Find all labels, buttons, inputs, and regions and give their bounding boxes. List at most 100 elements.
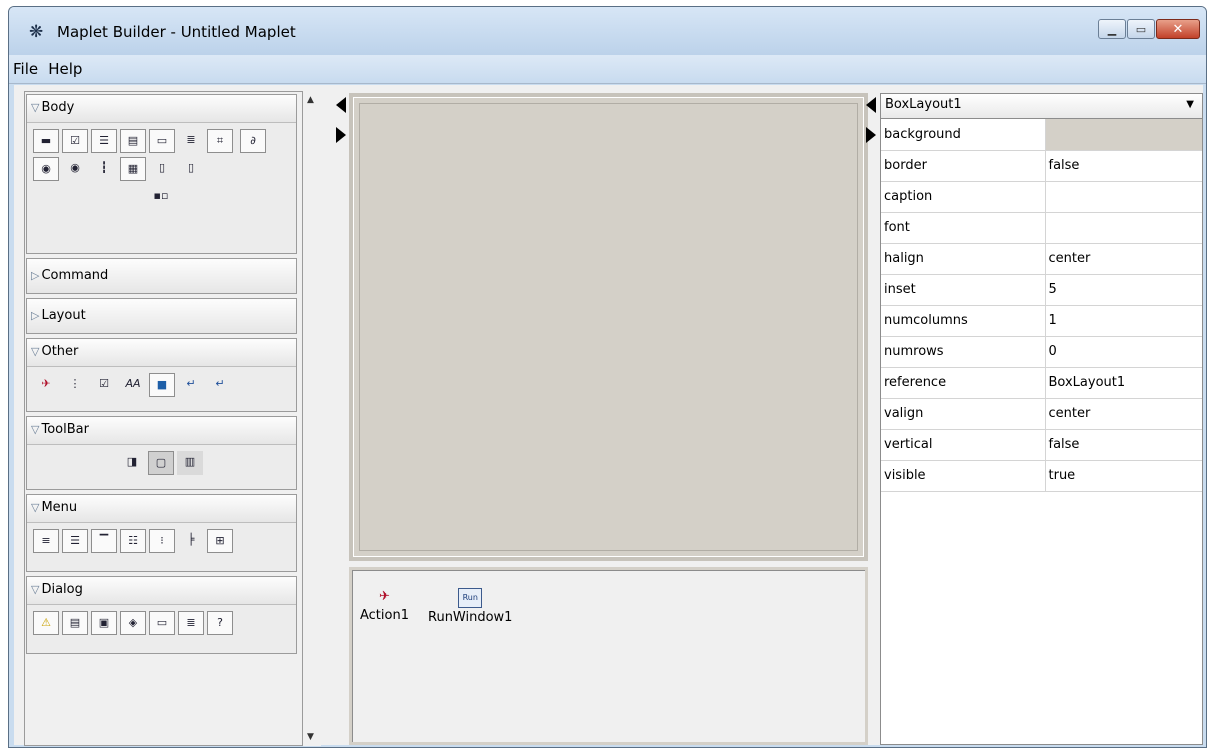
radio-button-icon[interactable]: ◉ xyxy=(62,157,88,181)
confirm-dialog-icon[interactable]: ▣ xyxy=(91,611,117,635)
section-header-command[interactable]: ▷ Command xyxy=(27,259,296,293)
menu-bar-icon[interactable]: ≡ xyxy=(33,529,59,553)
property-row[interactable]: font xyxy=(881,212,1202,244)
button-group-icon[interactable]: ⋮ xyxy=(62,373,88,397)
image-component-icon[interactable]: ◉ xyxy=(33,157,59,181)
property-value[interactable]: 1 xyxy=(1045,305,1202,337)
plotter-component-icon[interactable]: ⌗ xyxy=(207,129,233,153)
property-row[interactable]: numrows 0 xyxy=(881,336,1202,368)
property-row[interactable]: numcolumns 1 xyxy=(881,305,1202,337)
nonvisual-item-runwindow[interactable]: Run RunWindow1 xyxy=(428,588,512,625)
font-component-icon[interactable]: AA xyxy=(120,373,146,397)
component-palette: ▽ Body ▬ ☑ ☰ ▤ ▭ ≣ ⌗ ∂◉ ◉ ┇ ▦ ▯ ▯ ▪▫ ▷ Command ▷ Layou… xyxy=(24,91,303,746)
toggle-button-icon[interactable]: ▪▫ xyxy=(148,185,174,209)
property-value[interactable]: 5 xyxy=(1045,274,1202,306)
property-value[interactable]: true xyxy=(1045,460,1202,492)
popup-menu-icon[interactable]: ⊞ xyxy=(207,529,233,553)
section-header-dialog[interactable]: ▽ Dialog xyxy=(27,577,296,605)
list-component-icon[interactable]: ≣ xyxy=(178,129,204,153)
chevron-down-icon[interactable]: ▼ xyxy=(1186,94,1194,116)
message-dialog-icon[interactable]: ≣ xyxy=(178,611,204,635)
menu-icon[interactable]: ☰ xyxy=(62,529,88,553)
property-value[interactable] xyxy=(1045,181,1202,213)
return-icon[interactable]: ↵ xyxy=(178,373,204,397)
image-icon[interactable]: ■ xyxy=(149,373,175,397)
close-button[interactable]: ✕ xyxy=(1156,19,1200,39)
toolbar-button-icon[interactable]: ◨ xyxy=(119,451,145,475)
palette-section-command: ▷ Command xyxy=(26,258,297,294)
checkbox-menu-item-icon[interactable]: ☷ xyxy=(120,529,146,553)
combobox-component-icon[interactable]: ☰ xyxy=(91,129,117,153)
scroll-up-icon[interactable]: ▲ xyxy=(307,95,314,105)
action-component-icon[interactable]: ✈ xyxy=(33,373,59,397)
property-row[interactable]: inset 5 xyxy=(881,274,1202,306)
return-item-icon[interactable]: ↵ xyxy=(207,373,233,397)
property-row[interactable]: valign center xyxy=(881,398,1202,430)
section-header-layout[interactable]: ▷ Layout xyxy=(27,299,296,333)
property-row[interactable]: border false xyxy=(881,150,1202,182)
section-header-toolbar[interactable]: ▽ ToolBar xyxy=(27,417,296,445)
section-header-body[interactable]: ▽ Body xyxy=(27,95,296,123)
checkbox-component-icon[interactable]: ☑ xyxy=(62,129,88,153)
alert-dialog-icon[interactable]: ⚠ xyxy=(33,611,59,635)
section-header-other[interactable]: ▽ Other xyxy=(27,339,296,367)
property-row[interactable]: visible true xyxy=(881,460,1202,492)
property-key: caption xyxy=(881,181,1046,213)
toolbar-separator-icon[interactable]: ▢ xyxy=(148,451,174,475)
expand-right-arrow-icon[interactable] xyxy=(336,127,346,143)
property-row[interactable]: vertical false xyxy=(881,429,1202,461)
expand-right-arrow-icon[interactable] xyxy=(866,127,876,143)
property-row[interactable]: caption xyxy=(881,181,1202,213)
property-key: numcolumns xyxy=(881,305,1046,337)
property-row[interactable]: reference BoxLayout1 xyxy=(881,367,1202,399)
collapse-left-arrow-icon[interactable] xyxy=(866,97,876,113)
palette-section-menu: ▽ Menu ≡ ☰ ▔ ☷ ⁝ ╞ ⊞ xyxy=(26,494,297,572)
property-value[interactable] xyxy=(1045,119,1202,151)
file-dialog-icon[interactable]: ◈ xyxy=(120,611,146,635)
expanded-triangle-icon: ▽ xyxy=(31,423,40,436)
property-value[interactable]: BoxLayout1 xyxy=(1045,367,1202,399)
button-component-icon[interactable]: ▬ xyxy=(33,129,59,153)
property-value[interactable] xyxy=(1045,212,1202,244)
section-header-menu[interactable]: ▽ Menu xyxy=(27,495,296,523)
property-value[interactable]: 0 xyxy=(1045,336,1202,368)
property-row[interactable]: background xyxy=(881,119,1202,151)
textfield-label-icon[interactable]: ▯ xyxy=(178,157,204,181)
property-value[interactable]: center xyxy=(1045,398,1202,430)
component-selector[interactable]: BoxLayout1 ▼ xyxy=(881,94,1202,119)
property-value[interactable]: false xyxy=(1045,150,1202,182)
menu-item-icon[interactable]: ▔ xyxy=(91,529,117,553)
property-key: halign xyxy=(881,243,1046,275)
nonvisual-item-action[interactable]: ✈ Action1 xyxy=(360,588,409,623)
section-label: Dialog xyxy=(41,582,83,597)
question-dialog-icon[interactable]: ? xyxy=(207,611,233,635)
property-value[interactable]: false xyxy=(1045,429,1202,461)
collapse-left-arrow-icon[interactable] xyxy=(336,97,346,113)
nonvisual-item-label: Action1 xyxy=(360,608,409,623)
checkbox-group-icon[interactable]: ☑ xyxy=(91,373,117,397)
toolbar-spacer-icon[interactable]: ▥ xyxy=(177,451,203,475)
expanded-triangle-icon: ▽ xyxy=(31,583,40,596)
minimize-button[interactable]: ▁ xyxy=(1098,19,1126,39)
table-component-icon[interactable]: ▦ xyxy=(120,157,146,181)
input-dialog-icon[interactable]: ▭ xyxy=(149,611,175,635)
mathml-viewer-icon[interactable]: ∂ xyxy=(240,129,267,153)
selected-component: BoxLayout1 xyxy=(885,97,962,112)
design-canvas[interactable] xyxy=(349,93,868,561)
scroll-down-icon[interactable]: ▼ xyxy=(307,732,314,742)
maximize-button[interactable]: ▭ xyxy=(1127,19,1155,39)
menu-help[interactable]: Help xyxy=(45,55,85,78)
radio-menu-item-icon[interactable]: ⁝ xyxy=(149,529,175,553)
property-row[interactable]: halign center xyxy=(881,243,1202,275)
textbox-component-icon[interactable]: ▯ xyxy=(149,157,175,181)
slider-component-icon[interactable]: ┇ xyxy=(91,157,117,181)
close-icon: ✕ xyxy=(1172,21,1184,37)
section-label: Menu xyxy=(41,500,78,515)
menu-file[interactable]: File xyxy=(10,55,41,78)
listbox-component-icon[interactable]: ▤ xyxy=(120,129,146,153)
property-value[interactable]: center xyxy=(1045,243,1202,275)
menu-separator-icon[interactable]: ╞ xyxy=(178,529,204,553)
textfield-component-icon[interactable]: ▭ xyxy=(149,129,175,153)
palette-scrollbar[interactable]: ▲ ▼ xyxy=(303,91,321,746)
color-dialog-icon[interactable]: ▤ xyxy=(62,611,88,635)
